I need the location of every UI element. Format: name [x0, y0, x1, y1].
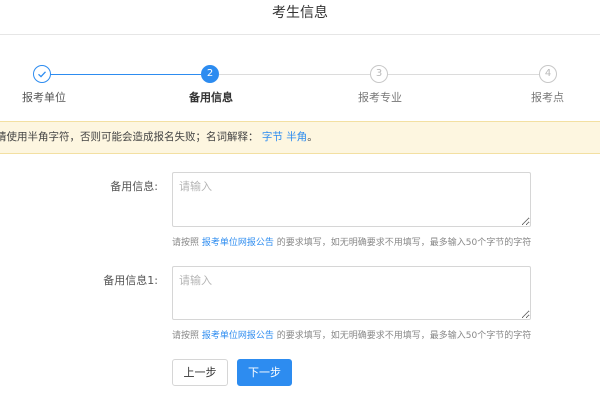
- backup-info-1-hint: 请按照 报考单位网报公告 的要求填写，如无明确要求不用填写，最多输入50个字节的…: [172, 328, 531, 341]
- step-2-circle: 2: [201, 65, 219, 83]
- step-2-label: 备用信息: [189, 91, 233, 104]
- step-1-check-icon: [33, 65, 51, 83]
- step-4-label: 报考点: [531, 91, 564, 104]
- page-title: 考生信息: [0, 0, 600, 35]
- step-connector-3-4: [388, 74, 539, 75]
- step-4-circle: 4: [539, 65, 557, 83]
- progress-steps: 2 3 4 报考单位 备用信息 报考专业 报考点: [0, 60, 600, 110]
- notice-end: 。: [307, 131, 318, 143]
- notice-link-byte[interactable]: 字节: [262, 131, 283, 143]
- backup-info-hint: 请按照 报考单位网报公告 的要求填写，如无明确要求不用填写，最多输入50个字节的…: [172, 235, 531, 248]
- step-3-label: 报考专业: [358, 91, 402, 104]
- step-3-circle: 3: [370, 65, 388, 83]
- backup-info-1-textarea[interactable]: [172, 266, 531, 320]
- backup-info-textarea[interactable]: [172, 172, 531, 227]
- prev-step-button[interactable]: 上一步: [172, 359, 228, 386]
- notice-link-halfwidth[interactable]: 半角: [286, 131, 307, 143]
- step-connector-2-3: [219, 74, 370, 75]
- hint-suffix: 的要求填写，如无明确要求不用填写，最多输入50个字节的字符: [276, 331, 532, 341]
- hint-prefix: 请按照: [172, 238, 200, 248]
- backup-info-1-label: 备用信息1:: [103, 274, 158, 287]
- notice-banner: 请使用半角字符，否则可能会造成报名失败；名词解释： 字节 半角。: [0, 121, 600, 154]
- backup-info-label: 备用信息:: [110, 180, 158, 193]
- announcement-link[interactable]: 报考单位网报公告: [202, 238, 274, 248]
- next-step-button[interactable]: 下一步: [237, 359, 292, 386]
- step-1-label: 报考单位: [22, 91, 66, 104]
- step-connector-1-2: [50, 74, 201, 75]
- hint-prefix: 请按照: [172, 331, 200, 341]
- hint-suffix: 的要求填写，如无明确要求不用填写，最多输入50个字节的字符: [276, 238, 532, 248]
- announcement-link[interactable]: 报考单位网报公告: [202, 331, 274, 341]
- notice-text: 请使用半角字符，否则可能会造成报名失败；名词解释：: [0, 131, 259, 143]
